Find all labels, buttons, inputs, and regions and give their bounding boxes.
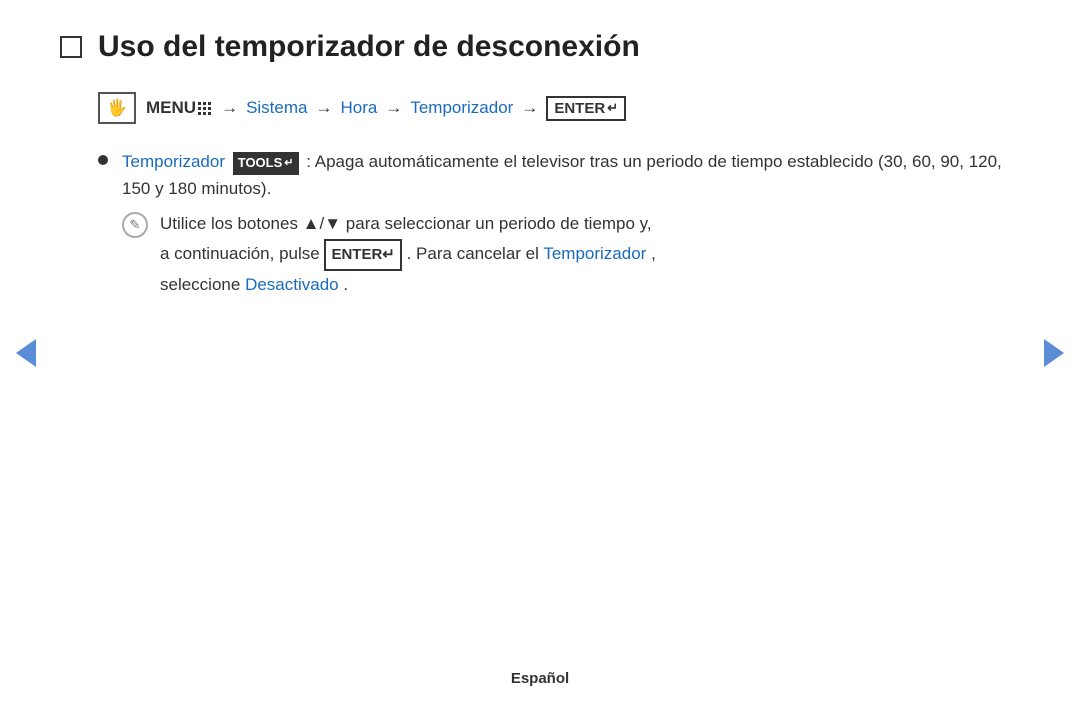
note-row: ✎ Utilice los botones ▲/▼ para seleccion…: [122, 210, 1020, 299]
note-text-5: seleccione: [160, 275, 245, 294]
prev-arrow-icon: [16, 339, 36, 367]
nav-sistema: Sistema: [246, 98, 307, 118]
page-title: Uso del temporizador de desconexión: [98, 30, 640, 64]
note-temporizador: Temporizador: [543, 244, 646, 263]
menu-label: MENU: [146, 98, 196, 118]
nav-hora: Hora: [340, 98, 377, 118]
note-text: Utilice los botones ▲/▼ para seleccionar…: [160, 210, 656, 299]
page-title-row: Uso del temporizador de desconexión: [60, 30, 1020, 64]
menu-grid-icon: [198, 102, 211, 115]
content-section: Temporizador TOOLS ↵ : Apaga automáticam…: [98, 148, 1020, 300]
note-text-2: a continuación, pulse: [160, 244, 324, 263]
nav-prev-button[interactable]: [12, 339, 40, 367]
note-enter-label: ENTER: [331, 242, 382, 268]
note-enter-arrow: ↵: [382, 242, 395, 268]
note-text-1: Utilice los botones ▲/▼ para seleccionar…: [160, 214, 652, 233]
tools-enter-icon: ↵: [284, 155, 293, 173]
menu-nav-row: 🖐 MENU → Sistema → Hora → Temporizador →…: [98, 92, 1020, 124]
nav-temporizador: Temporizador: [410, 98, 513, 118]
note-text-6: .: [343, 275, 348, 294]
note-icon: ✎: [122, 212, 148, 238]
arrow-4: →: [521, 98, 538, 118]
note-enter-box: ENTER ↵: [324, 239, 401, 271]
menu-icon: 🖐: [98, 92, 136, 124]
checkbox-icon: [60, 36, 82, 58]
next-arrow-icon: [1044, 339, 1064, 367]
arrow-3: →: [385, 98, 402, 118]
enter-box: ENTER ↵: [546, 96, 626, 121]
enter-label: ENTER: [554, 100, 605, 117]
bullet-dot: [98, 155, 108, 165]
enter-arrow-icon: ↵: [607, 100, 618, 116]
note-text-4: ,: [651, 244, 656, 263]
footer: Español: [0, 670, 1080, 687]
bullet-term: Temporizador: [122, 152, 225, 171]
arrow-1: →: [221, 98, 238, 118]
tools-badge: TOOLS ↵: [233, 152, 299, 175]
note-text-3: . Para cancelar el: [407, 244, 544, 263]
bullet-text: Temporizador TOOLS ↵ : Apaga automáticam…: [122, 148, 1020, 202]
footer-language: Español: [511, 670, 569, 687]
note-desactivado: Desactivado: [245, 275, 339, 294]
arrow-2: →: [315, 98, 332, 118]
nav-next-button[interactable]: [1040, 339, 1068, 367]
bullet-row: Temporizador TOOLS ↵ : Apaga automáticam…: [98, 148, 1020, 202]
